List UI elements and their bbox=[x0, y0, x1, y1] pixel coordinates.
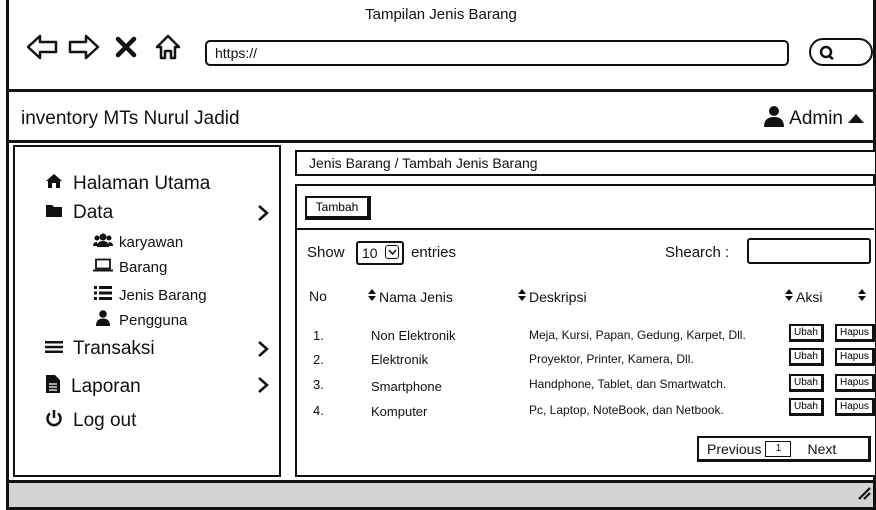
resize-grip-icon[interactable] bbox=[855, 484, 871, 505]
user-name: Admin bbox=[789, 108, 843, 129]
sidebar-subitem-label: Jenis Barang bbox=[119, 286, 207, 304]
column-header-aksi[interactable]: Aksi bbox=[784, 288, 822, 305]
sidebar-subitem-label: Barang bbox=[119, 258, 168, 276]
edit-button[interactable]: Ubah bbox=[789, 398, 824, 416]
column-header-nama-jenis[interactable]: Nama Jenis bbox=[367, 288, 453, 305]
sidebar-subitem-pengguna[interactable]: Pengguna bbox=[93, 310, 187, 330]
previous-button[interactable]: Previous bbox=[699, 441, 761, 457]
page-number[interactable]: 1 bbox=[765, 440, 792, 457]
sidebar-item-transaksi[interactable]: Transaksi bbox=[45, 338, 275, 360]
user-icon bbox=[763, 105, 785, 133]
search-icon bbox=[819, 45, 835, 66]
entries-value: 10 bbox=[362, 245, 378, 261]
sort-icon bbox=[784, 288, 794, 305]
cell-deskripsi: Pc, Laptop, NoteBook, dan Netbook. bbox=[529, 403, 724, 417]
forward-arrow-icon[interactable] bbox=[67, 30, 101, 64]
sidebar-item-label: Transaksi bbox=[73, 338, 155, 359]
user-menu[interactable]: Admin bbox=[763, 105, 865, 133]
edit-button[interactable]: Ubah bbox=[789, 348, 824, 366]
content-panel: Tambah Show 10 entries Shearch : No Nama… bbox=[295, 184, 876, 477]
folder-icon bbox=[45, 202, 63, 224]
chevron-right-icon bbox=[257, 204, 269, 228]
cell-deskripsi: Proyektor, Printer, Kamera, Dll. bbox=[529, 352, 694, 366]
browser-search[interactable] bbox=[809, 38, 873, 66]
browser-window: Tampilan Jenis Barang https:// inventory… bbox=[6, 0, 876, 510]
edit-button[interactable]: Ubah bbox=[789, 324, 824, 342]
laptop-icon bbox=[93, 258, 113, 276]
app-header: inventory MTs Nurul Jadid Admin bbox=[9, 95, 873, 143]
entries-select[interactable]: 10 bbox=[356, 241, 404, 265]
sidebar-item-label: Log out bbox=[73, 410, 137, 431]
address-bar[interactable]: https:// bbox=[205, 40, 789, 66]
entries-label: entries bbox=[411, 244, 457, 261]
nav-controls bbox=[25, 30, 185, 64]
sort-icon bbox=[517, 288, 527, 305]
chevron-right-icon bbox=[257, 376, 269, 400]
add-button[interactable]: Tambah bbox=[305, 196, 371, 220]
delete-button[interactable]: Hapus bbox=[835, 398, 875, 416]
column-header-label: Nama Jenis bbox=[379, 288, 453, 305]
cell-nama: Smartphone bbox=[371, 379, 442, 394]
sidebar: Halaman Utama Data karyawan Barang Jenis… bbox=[13, 145, 281, 477]
search-input[interactable] bbox=[747, 238, 871, 264]
sidebar-subitem-label: karyawan bbox=[119, 233, 184, 251]
delete-button[interactable]: Hapus bbox=[835, 324, 875, 342]
delete-button[interactable]: Hapus bbox=[835, 348, 875, 366]
list-icon bbox=[93, 285, 113, 305]
home-icon[interactable] bbox=[151, 30, 185, 64]
cell-deskripsi: Handphone, Tablet, dan Smartwatch. bbox=[529, 377, 727, 391]
sidebar-item-data[interactable]: Data bbox=[45, 202, 275, 224]
column-header-no: No bbox=[309, 288, 327, 304]
sidebar-subitem-jenis-barang[interactable]: Jenis Barang bbox=[93, 285, 207, 305]
edit-button[interactable]: Ubah bbox=[789, 374, 824, 392]
home-icon bbox=[45, 173, 63, 195]
content-toolbar: Tambah bbox=[297, 186, 874, 230]
back-arrow-icon[interactable] bbox=[25, 30, 59, 64]
cell-deskripsi: Meja, Kursi, Papan, Gedung, Karpet, Dll. bbox=[529, 328, 746, 342]
cell-nama: Komputer bbox=[371, 404, 428, 419]
sidebar-subitem-label: Pengguna bbox=[119, 311, 188, 329]
column-header-label: Aksi bbox=[796, 288, 823, 305]
status-bar bbox=[9, 480, 873, 507]
cell-no: 1. bbox=[313, 328, 324, 343]
sidebar-item-logout[interactable]: Log out bbox=[45, 409, 136, 433]
pagination: Previous 1 Next bbox=[697, 436, 871, 462]
sidebar-item-laporan[interactable]: Laporan bbox=[45, 374, 275, 400]
power-icon bbox=[45, 409, 63, 433]
delete-button[interactable]: Hapus bbox=[835, 374, 875, 392]
cell-no: 2. bbox=[313, 352, 324, 367]
column-header-label: No bbox=[309, 288, 327, 304]
sort-icon bbox=[367, 288, 377, 305]
sort-icon[interactable] bbox=[857, 288, 867, 302]
chevron-down-icon bbox=[385, 245, 399, 259]
sidebar-item-label: Laporan bbox=[71, 376, 141, 397]
sidebar-subitem-karyawan[interactable]: karyawan bbox=[93, 233, 183, 251]
user-icon bbox=[93, 310, 113, 330]
cell-nama: Elektronik bbox=[371, 352, 429, 367]
search-label: Shearch : bbox=[665, 244, 730, 261]
sidebar-subitem-barang[interactable]: Barang bbox=[93, 258, 167, 276]
close-icon[interactable] bbox=[109, 30, 143, 64]
cell-no: 3. bbox=[313, 377, 324, 392]
breadcrumb: Jenis Barang / Tambah Jenis Barang bbox=[295, 150, 876, 176]
chevron-right-icon bbox=[257, 340, 269, 364]
app-title: inventory MTs Nurul Jadid bbox=[21, 108, 240, 129]
users-icon bbox=[93, 233, 113, 251]
sidebar-item-halaman-utama[interactable]: Halaman Utama bbox=[45, 173, 210, 195]
sidebar-item-label: Halaman Utama bbox=[73, 173, 211, 194]
menu-icon bbox=[45, 338, 63, 360]
window-title: Tampilan Jenis Barang bbox=[365, 6, 517, 23]
cell-no: 4. bbox=[313, 403, 324, 418]
caret-up-icon bbox=[847, 108, 865, 130]
cell-nama: Non Elektronik bbox=[371, 328, 456, 343]
next-button[interactable]: Next bbox=[807, 441, 836, 457]
column-header-label: Deskripsi bbox=[529, 288, 587, 305]
document-icon bbox=[45, 374, 61, 400]
sidebar-item-label: Data bbox=[73, 202, 114, 223]
show-label: Show bbox=[307, 244, 345, 261]
browser-toolbar: Tampilan Jenis Barang https:// bbox=[9, 0, 873, 92]
column-header-deskripsi[interactable]: Deskripsi bbox=[517, 288, 587, 305]
